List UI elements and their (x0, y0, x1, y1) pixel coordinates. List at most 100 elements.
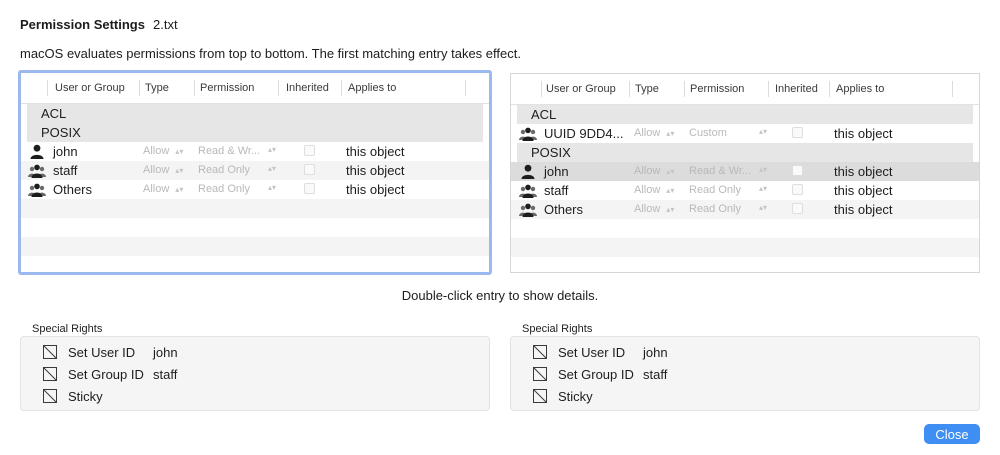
user-icon (28, 144, 46, 159)
applies-to-value: this object (834, 126, 893, 141)
group-icon (519, 202, 537, 217)
checkbox-disabled-icon[interactable] (533, 345, 547, 359)
special-rights-box-right: Set User ID john Set Group ID staff Sticky (510, 336, 980, 411)
applies-to-value: this object (346, 182, 405, 197)
column-user-or-group[interactable]: User or Group (55, 82, 125, 94)
permission-value: Read & Wr... (689, 165, 752, 177)
column-inherited[interactable]: Inherited (286, 82, 329, 94)
column-permission[interactable]: Permission (200, 82, 254, 94)
empty-row (21, 237, 489, 256)
checkbox-disabled-icon[interactable] (533, 367, 547, 381)
inherited-checkbox[interactable] (304, 145, 315, 156)
column-separator (684, 81, 685, 97)
permission-popup[interactable]: Read & Wr... ▴▾ (198, 145, 278, 157)
column-applies-to[interactable]: Applies to (836, 83, 884, 95)
column-user-or-group[interactable]: User or Group (546, 83, 616, 95)
close-button[interactable]: Close (924, 424, 980, 444)
column-permission[interactable]: Permission (690, 83, 744, 95)
special-rights-title-right: Special Rights (522, 323, 593, 335)
type-popup[interactable]: Allow ▴▾ (634, 165, 674, 177)
permission-value: Read Only (198, 164, 250, 176)
chevron-up-down-icon: ▴▾ (268, 145, 277, 154)
inherited-checkbox[interactable] (792, 127, 803, 138)
permission-popup[interactable]: Read Only ▴▾ (689, 203, 769, 215)
table-row[interactable]: UUID 9DD4... Allow ▴▾ Custom ▴▾ this object (511, 124, 979, 143)
type-value: Allow (143, 164, 170, 176)
inherited-checkbox[interactable] (304, 164, 315, 175)
empty-row (21, 199, 489, 218)
section-label: ACL (531, 107, 557, 122)
type-popup[interactable]: Allow ▴▾ (143, 183, 183, 195)
inherited-checkbox[interactable] (792, 165, 803, 176)
empty-row (21, 218, 489, 237)
user-or-group-name: UUID 9DD4... (544, 126, 624, 141)
permission-value: Read & Wr... (198, 145, 261, 157)
user-or-group-name: Others (53, 182, 93, 197)
special-right-value: john (643, 345, 668, 360)
permission-popup[interactable]: Read Only ▴▾ (689, 184, 769, 196)
dialog-title: Permission Settings (20, 17, 145, 32)
chevron-up-down-icon: ▴▾ (666, 205, 675, 214)
type-value: Allow (634, 165, 661, 177)
table-row[interactable]: staff Allow ▴▾ Read Only ▴▾ this object (21, 161, 489, 180)
table-body: ACL UUID 9DD4... Allow ▴▾ Custom ▴▾ this objec… (511, 105, 979, 272)
inherited-checkbox[interactable] (792, 184, 803, 195)
checkbox-disabled-icon[interactable] (43, 389, 57, 403)
table-row[interactable]: Others Allow ▴▾ Read Only ▴▾ this object (21, 180, 489, 199)
table-body: ACL POSIX john Allow ▴▾ Read & Wr... ▴▾ this ob… (21, 104, 489, 272)
special-right-label: Sticky (558, 389, 593, 404)
special-right-label: Set Group ID (68, 367, 144, 382)
type-value: Allow (143, 183, 170, 195)
column-type[interactable]: Type (635, 83, 659, 95)
group-icon (28, 182, 46, 197)
checkbox-disabled-icon[interactable] (43, 345, 57, 359)
chevron-up-down-icon: ▴▾ (759, 184, 768, 193)
type-popup[interactable]: Allow ▴▾ (634, 127, 674, 139)
column-separator (47, 80, 48, 96)
permission-popup[interactable]: Custom ▴▾ (689, 127, 769, 139)
column-separator (194, 80, 195, 96)
inherited-checkbox[interactable] (304, 183, 315, 194)
type-popup[interactable]: Allow ▴▾ (634, 203, 674, 215)
chevron-up-down-icon: ▴▾ (268, 164, 277, 173)
table-header: User or Group Type Permission Inherited … (21, 73, 489, 104)
description: macOS evaluates permissions from top to … (20, 46, 521, 61)
chevron-up-down-icon: ▴▾ (666, 129, 675, 138)
table-row[interactable]: Others Allow ▴▾ Read Only ▴▾ this object (511, 200, 979, 219)
permissions-table-right[interactable]: User or Group Type Permission Inherited … (510, 73, 980, 273)
special-right-label: Set User ID (558, 345, 626, 360)
permission-popup[interactable]: Read Only ▴▾ (198, 183, 278, 195)
empty-row (511, 257, 979, 272)
type-popup[interactable]: Allow ▴▾ (143, 145, 183, 157)
table-row[interactable]: john Allow ▴▾ Read & Wr... ▴▾ this object (511, 162, 979, 181)
column-applies-to[interactable]: Applies to (348, 82, 396, 94)
table-row[interactable]: staff Allow ▴▾ Read Only ▴▾ this object (511, 181, 979, 200)
inherited-checkbox[interactable] (792, 203, 803, 214)
group-icon (519, 183, 537, 198)
type-popup[interactable]: Allow ▴▾ (634, 184, 674, 196)
chevron-up-down-icon: ▴▾ (175, 185, 184, 194)
chevron-up-down-icon: ▴▾ (759, 165, 768, 174)
column-type[interactable]: Type (145, 82, 169, 94)
group-icon (28, 163, 46, 178)
section-label: ACL (41, 106, 67, 121)
user-or-group-name: john (53, 144, 78, 159)
checkbox-disabled-icon[interactable] (533, 389, 547, 403)
column-separator (465, 80, 466, 96)
permission-popup[interactable]: Read Only ▴▾ (198, 164, 278, 176)
column-separator (341, 80, 342, 96)
chevron-up-down-icon: ▴▾ (666, 167, 675, 176)
table-row[interactable]: john Allow ▴▾ Read & Wr... ▴▾ this object (21, 142, 489, 161)
user-or-group-name: john (544, 164, 569, 179)
file-name: 2.txt (152, 17, 178, 32)
section-header-posix: POSIX (27, 123, 483, 142)
permissions-table-left[interactable]: User or Group Type Permission Inherited … (18, 70, 492, 275)
special-right-label: Set Group ID (558, 367, 634, 382)
checkbox-disabled-icon[interactable] (43, 367, 57, 381)
section-header-posix: POSIX (517, 143, 973, 162)
column-separator (278, 80, 279, 96)
permission-popup[interactable]: Read & Wr... ▴▾ (689, 165, 769, 177)
type-popup[interactable]: Allow ▴▾ (143, 164, 183, 176)
permission-value: Custom (689, 127, 727, 139)
column-inherited[interactable]: Inherited (775, 83, 818, 95)
